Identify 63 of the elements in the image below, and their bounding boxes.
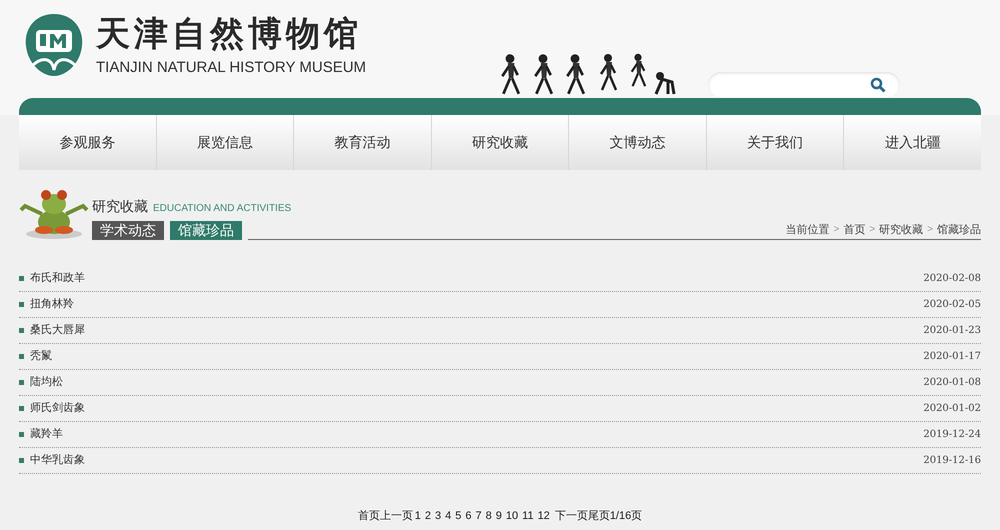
article-link[interactable]: 秃鬣 bbox=[30, 348, 924, 365]
page-number-link[interactable]: 9 bbox=[496, 508, 502, 524]
previous-page-link[interactable]: 上一页 bbox=[380, 508, 413, 524]
article-date: 2019-12-16 bbox=[923, 454, 981, 468]
article-date: 2020-02-08 bbox=[923, 272, 981, 286]
page-number-link[interactable]: 4 bbox=[445, 508, 452, 524]
page-status: 1/16页 bbox=[610, 508, 642, 524]
nav-item[interactable]: 关于我们 bbox=[706, 115, 844, 170]
nav-item[interactable]: 文博动态 bbox=[569, 115, 707, 170]
bullet-icon bbox=[19, 458, 24, 463]
bullet-icon bbox=[19, 380, 24, 385]
next-page-link[interactable]: 下一页 bbox=[554, 508, 588, 524]
breadcrumb-link[interactable]: 馆藏珍品 bbox=[937, 222, 981, 238]
section-tab[interactable]: 学术动态 bbox=[92, 221, 164, 240]
page-number-link[interactable]: 10 bbox=[506, 508, 518, 524]
bullet-icon bbox=[19, 302, 24, 307]
article-date: 2019-12-24 bbox=[923, 428, 981, 442]
breadcrumb-link[interactable]: 首页 bbox=[843, 222, 866, 238]
nav-item[interactable]: 研究收藏 bbox=[432, 115, 570, 170]
nav-item[interactable]: 展览信息 bbox=[156, 115, 294, 170]
section-tab[interactable]: 馆藏珍品 bbox=[170, 221, 242, 240]
nav-item[interactable]: 教育活动 bbox=[294, 115, 432, 170]
last-page-link[interactable]: 尾页 bbox=[588, 508, 610, 524]
bullet-icon bbox=[19, 406, 24, 411]
breadcrumb-link[interactable]: 研究收藏 bbox=[879, 222, 924, 238]
bullet-icon bbox=[19, 354, 24, 359]
breadcrumb-separator: > bbox=[833, 223, 840, 238]
page-number-link[interactable]: 2 bbox=[424, 508, 432, 524]
article-link[interactable]: 中华乳齿象 bbox=[30, 452, 924, 469]
article-date: 2020-01-23 bbox=[923, 324, 981, 338]
page-number-link[interactable]: 7 bbox=[476, 508, 482, 524]
article-date: 2020-01-17 bbox=[923, 350, 981, 364]
bullet-icon bbox=[19, 276, 24, 281]
section-subtitle: EDUCATION AND ACTIVITIES bbox=[153, 202, 292, 216]
page-number-link[interactable]: 6 bbox=[465, 508, 472, 524]
museum-english-title: TIANJIN NATURAL HISTORY MUSEUM bbox=[96, 58, 366, 78]
search-icon[interactable] bbox=[870, 77, 886, 93]
nav-item[interactable]: 参观服务 bbox=[19, 115, 157, 170]
nav-item[interactable]: 进入北疆 bbox=[844, 115, 982, 170]
article-link[interactable]: 桑氏大唇犀 bbox=[30, 322, 924, 339]
page-number-link[interactable]: 12 bbox=[538, 508, 550, 524]
museum-calligraphy-title: 天津自然博物馆 bbox=[96, 13, 363, 56]
breadcrumb-label: 当前位置 bbox=[785, 222, 830, 238]
first-page-link[interactable]: 首页 bbox=[358, 508, 380, 524]
breadcrumb-separator: > bbox=[927, 223, 933, 238]
article-link[interactable]: 扭角林羚 bbox=[30, 296, 924, 313]
article-link[interactable]: 藏羚羊 bbox=[30, 426, 924, 443]
article-date: 2020-01-08 bbox=[923, 376, 981, 390]
bullet-icon bbox=[19, 432, 24, 437]
article-link[interactable]: 陆均松 bbox=[30, 374, 924, 391]
breadcrumb-separator: > bbox=[869, 223, 876, 238]
page-number-link[interactable]: 3 bbox=[435, 508, 442, 524]
bullet-icon bbox=[19, 328, 24, 333]
page-number-link[interactable]: 8 bbox=[486, 508, 492, 524]
page-number-link[interactable]: 1 bbox=[414, 508, 421, 524]
article-date: 2020-02-05 bbox=[923, 298, 981, 312]
page-number-link[interactable]: 11 bbox=[522, 508, 534, 524]
article-link[interactable]: 师氏剑齿象 bbox=[30, 400, 924, 417]
section-title: 研究收藏 bbox=[92, 197, 148, 216]
page-number-link[interactable]: 5 bbox=[455, 508, 462, 524]
search-field[interactable] bbox=[708, 72, 900, 98]
article-link[interactable]: 布氏和政羊 bbox=[30, 270, 924, 287]
article-date: 2020-01-02 bbox=[923, 402, 981, 416]
